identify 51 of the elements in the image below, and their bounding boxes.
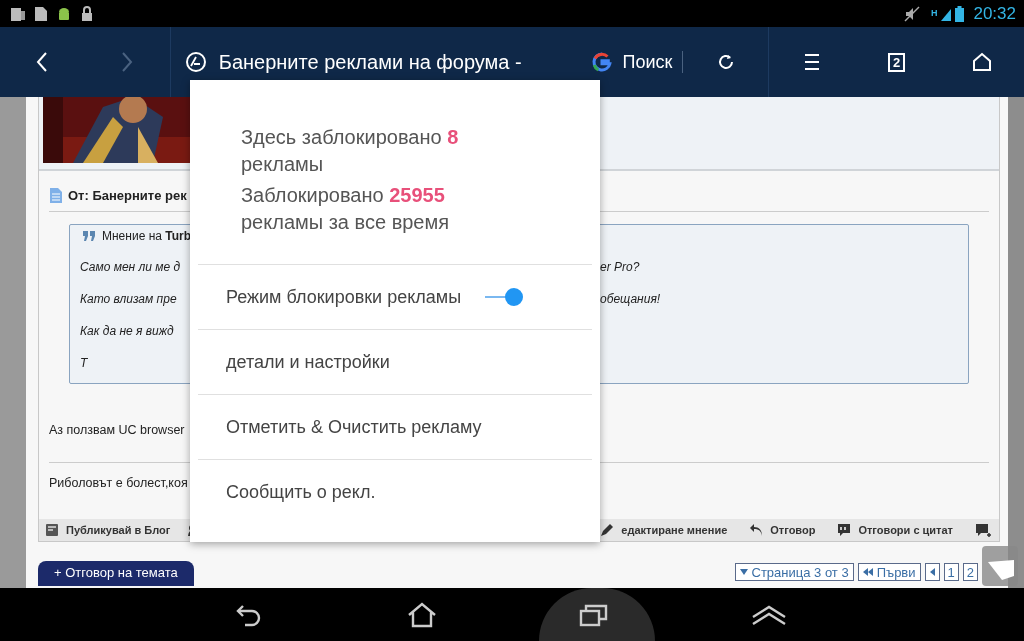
post-title: От: Банерните рек <box>68 188 187 203</box>
post-text: Аз ползвам UC browser <box>49 423 185 437</box>
blocked-count-text: Заблокировано 25955 рекламы за все время <box>241 183 451 235</box>
quote-text: er Pro? <box>600 260 640 275</box>
page-dropdown[interactable]: Страница 3 от 3 <box>734 563 854 581</box>
tabs-button[interactable]: 2 <box>854 27 940 97</box>
battery-icon <box>955 5 965 22</box>
notes-icon <box>10 5 26 22</box>
first-page-button[interactable]: Първи <box>857 563 921 581</box>
quote-text: Само мен ли ме д <box>80 260 182 275</box>
google-icon <box>590 51 613 73</box>
mute-icon <box>903 5 920 22</box>
toggle-switch[interactable] <box>485 286 524 308</box>
speech-bubble-plus-icon <box>975 523 991 537</box>
post-action-button[interactable]: едактиране мнение <box>600 523 728 537</box>
search-button[interactable]: Поиск <box>584 42 679 82</box>
post-action-button[interactable]: Отговори с цитат <box>837 523 953 537</box>
document-icon <box>49 187 63 204</box>
menu-item[interactable]: Отметить & Очистить рекламу <box>198 395 592 460</box>
post-action-button[interactable]: Отговор <box>749 523 816 537</box>
network-type: H <box>930 7 938 18</box>
quote-text: Как да не я вижд <box>80 324 175 339</box>
menu-icon <box>803 53 820 71</box>
clock: 20:32 <box>973 3 1016 24</box>
blog-icon <box>45 523 61 537</box>
toggle-label: Режим блокировки рекламы <box>226 286 462 308</box>
signature-text: Риболовът е болест,коя <box>49 476 188 490</box>
quote-author: Мнение на Turb <box>102 229 192 243</box>
sd-card-icon <box>34 5 48 22</box>
quote-text: обещания! <box>600 292 661 307</box>
page-link[interactable]: 1 <box>943 563 959 581</box>
lock-icon <box>80 5 94 22</box>
menu-item[interactable]: Сообщить о рекл. <box>198 460 592 525</box>
page-link[interactable]: 2 <box>962 563 978 581</box>
menu-item[interactable]: детали и настройки <box>198 330 592 395</box>
reply-thread-button[interactable]: + Отговор на темата <box>38 561 194 586</box>
ad-block-icon[interactable] <box>184 51 207 73</box>
quote-text: Като влизам пре <box>80 292 178 307</box>
speech-bubble-plus-icon-button[interactable] <box>975 523 991 537</box>
page-title[interactable]: Банерните реклами на форума - <box>218 50 522 74</box>
home-icon <box>971 52 992 72</box>
reload-icon <box>716 53 735 71</box>
caret-icon <box>739 569 748 575</box>
post-action-button[interactable]: Публикувай в Блог <box>45 523 171 537</box>
blocked-count-text: Здесь заблокировано 8 рекламы <box>241 125 460 177</box>
quote-icon <box>82 230 97 242</box>
back-icon <box>36 52 49 72</box>
previous-icon <box>929 568 935 576</box>
previous-page-button[interactable] <box>924 563 940 581</box>
double-arrow-icon <box>862 568 873 576</box>
quote-text: Т <box>80 356 89 371</box>
